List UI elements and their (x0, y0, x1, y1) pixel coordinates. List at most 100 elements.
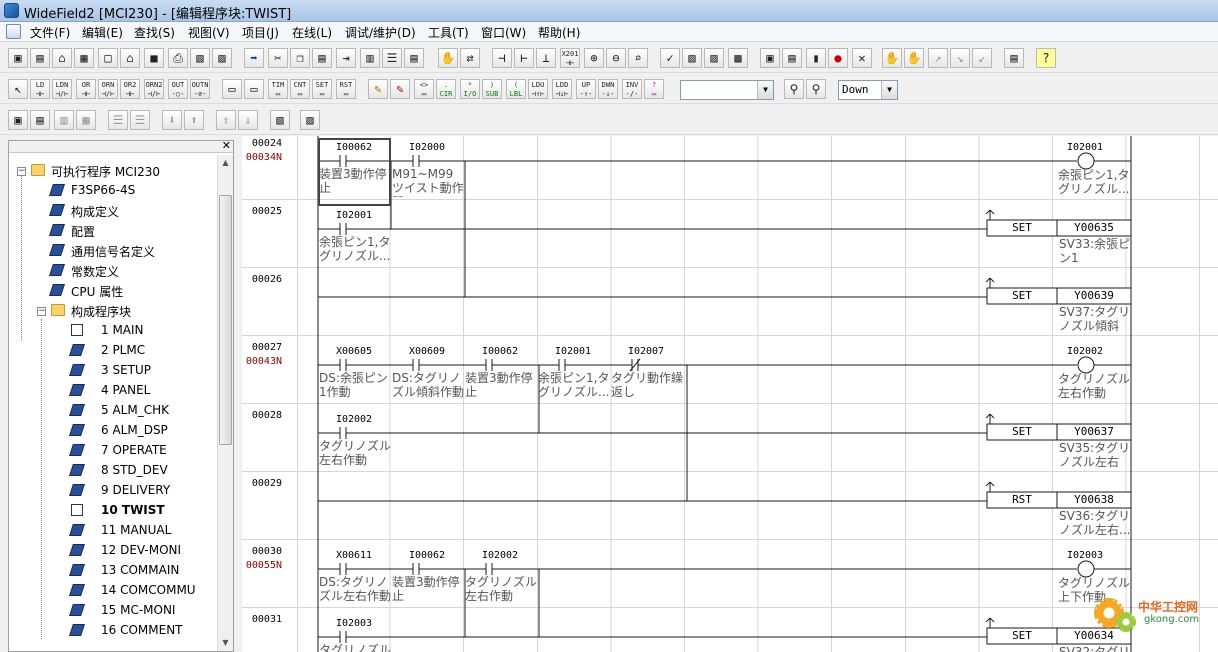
menu-window[interactable]: 窗口(W) (481, 24, 526, 41)
x201-icon[interactable]: X201 ⊣⊢ (560, 48, 580, 68)
jump-arrow-icon[interactable]: ➡ (244, 48, 264, 68)
inv-button[interactable]: INV -/- (622, 79, 642, 99)
find-next-icon[interactable]: ⚲ (806, 79, 826, 99)
chevron-down-icon[interactable]: ▼ (881, 81, 897, 99)
ld-button[interactable]: LD ⊣⊢ (30, 79, 50, 99)
cut-icon[interactable]: ✂ (268, 48, 288, 68)
tree-scrollbar[interactable]: ▲ ▼ (217, 155, 233, 651)
line-mode-icon[interactable]: ⊢ (514, 48, 534, 68)
orn-button[interactable]: ORN ⊣/⊢ (98, 79, 118, 99)
zoom-fit-icon[interactable]: ⌕ (628, 48, 648, 68)
print-preview-icon[interactable]: ▧ (190, 48, 210, 68)
image-icon[interactable]: ▧ (270, 110, 290, 130)
tim-button[interactable]: TIM ▭ (268, 79, 288, 99)
function-block2-icon[interactable]: ▭ (244, 79, 264, 99)
branch-mode-icon[interactable]: ⊥ (536, 48, 556, 68)
delete-icon[interactable]: ▥ (360, 48, 380, 68)
run-icon[interactable]: ▮ (806, 48, 826, 68)
move-up-icon[interactable]: ⬆ (184, 110, 204, 130)
first-icon[interactable]: ⇑ (216, 110, 236, 130)
block-print-icon[interactable]: ▤ (30, 110, 50, 130)
set-icon[interactable]: ↗ (928, 48, 948, 68)
function-block-icon[interactable]: ▭ (222, 79, 242, 99)
up-button[interactable]: UP -↑- (576, 79, 596, 99)
sub-button[interactable]: ) SUB (482, 79, 502, 99)
copy-icon[interactable]: ❐ (290, 48, 310, 68)
chevron-down-icon[interactable]: ▼ (757, 81, 773, 99)
menu-project[interactable]: 项目(J) (242, 24, 279, 41)
open-icon[interactable]: ⌂ (120, 48, 140, 68)
check-icon[interactable]: ✓ (660, 48, 680, 68)
cir-button[interactable]: . CIR (436, 79, 456, 99)
tree-expander[interactable]: − (37, 307, 46, 316)
orn2-button[interactable]: ORN2 ⊣/⊢ (144, 79, 164, 99)
compare-icon[interactable]: ▩ (728, 48, 748, 68)
lbl-button[interactable]: (LBL (506, 79, 526, 99)
reset-icon[interactable]: ↘ (950, 48, 970, 68)
insert-icon[interactable]: ⇥ (336, 48, 356, 68)
io-button[interactable]: * I/O (460, 79, 480, 99)
or2-button[interactable]: OR2 ⊣⊢ (120, 79, 140, 99)
edit-pen-icon[interactable]: ✎ (368, 79, 388, 99)
ladder-editor[interactable]: 00024 00034N I00062 装置3動作停止 I02000 M91~M99ツイス… (242, 136, 1218, 652)
toggle-icon[interactable]: ↙ (972, 48, 992, 68)
cross-ref-icon[interactable]: ⇄ (460, 48, 480, 68)
dwn-button[interactable]: DWN -↓- (598, 79, 618, 99)
device-combo[interactable]: ▼ (680, 80, 774, 100)
new-file-icon[interactable]: □ (98, 48, 118, 68)
binoculars-icon[interactable]: ⚲ (784, 79, 804, 99)
search-direction-combo[interactable]: Down ▼ (838, 80, 898, 100)
rst-button[interactable]: RST ▭ (336, 79, 356, 99)
zoom-in-icon[interactable]: ⊕ (584, 48, 604, 68)
menu-help[interactable]: 帮助(H) (538, 24, 580, 41)
menu-tools[interactable]: 工具(T) (428, 24, 469, 41)
menu-search[interactable]: 查找(S) (134, 24, 175, 41)
cnt-button[interactable]: CNT ▭ (290, 79, 310, 99)
help-icon[interactable]: ? (1036, 48, 1056, 68)
delete-row-icon[interactable]: ☰ (130, 110, 150, 130)
edit-pen2-icon[interactable]: ✎ (390, 79, 410, 99)
or-button[interactable]: OR ⊣⊢ (76, 79, 96, 99)
zoom-out-icon[interactable]: ⊖ (606, 48, 626, 68)
out-button[interactable]: OUT -○- (168, 79, 188, 99)
properties-icon[interactable]: ▤ (404, 48, 424, 68)
tree-expander[interactable]: − (17, 167, 26, 176)
force-on-icon[interactable]: ✋ (882, 48, 902, 68)
hand-icon[interactable]: ✋ (438, 48, 458, 68)
open-folder-icon[interactable]: ⌂ (52, 48, 72, 68)
outn-button[interactable]: OUTN -⊘- (190, 79, 210, 99)
comment-edit-icon[interactable]: ▦ (76, 110, 96, 130)
contact-mode-icon[interactable]: ⊣ (492, 48, 512, 68)
scroll-thumb[interactable] (219, 195, 232, 445)
new-project-icon[interactable]: ▣ (8, 48, 28, 68)
close-icon[interactable]: ✕ (222, 139, 231, 152)
open-file-icon[interactable]: ▦ (74, 48, 94, 68)
ldn-button[interactable]: LDN ⊣/⊢ (52, 79, 72, 99)
ldd-button[interactable]: LDD ⊣↓⊢ (552, 79, 572, 99)
paste-icon[interactable]: ▤ (312, 48, 332, 68)
open-project-icon[interactable]: ▤ (30, 48, 50, 68)
tools-icon[interactable]: ✕ (852, 48, 872, 68)
monitor-icon[interactable]: ▣ (760, 48, 780, 68)
menu-debug[interactable]: 调试/维护(D) (345, 24, 416, 41)
last-icon[interactable]: ⇓ (238, 110, 258, 130)
set-button[interactable]: SET ▭ (312, 79, 332, 99)
nop-icon[interactable]: ? ▭ (644, 79, 664, 99)
scroll-up-icon[interactable]: ▲ (218, 155, 233, 171)
download-icon[interactable]: ▧ (682, 48, 702, 68)
ldu-button[interactable]: LDU ⊣↑⊢ (528, 79, 548, 99)
note-icon[interactable]: ▨ (300, 110, 320, 130)
save-icon[interactable]: ■ (144, 48, 164, 68)
scroll-down-icon[interactable]: ▼ (218, 635, 233, 651)
window-icon[interactable]: ▤ (1004, 48, 1024, 68)
stop-icon[interactable]: ● (828, 48, 848, 68)
system-menu-icon[interactable] (6, 24, 21, 39)
menu-online[interactable]: 在线(L) (292, 24, 332, 41)
force-off-icon[interactable]: ✋ (904, 48, 924, 68)
edit-cursor[interactable] (318, 138, 391, 206)
move-down-icon[interactable]: ⬇ (162, 110, 182, 130)
pointer-icon[interactable]: ↖ (8, 79, 28, 99)
online-edit-icon[interactable]: ▤ (782, 48, 802, 68)
block-view-icon[interactable]: ▣ (8, 110, 28, 130)
compare-instr-icon[interactable]: <> ▭ (414, 79, 434, 99)
